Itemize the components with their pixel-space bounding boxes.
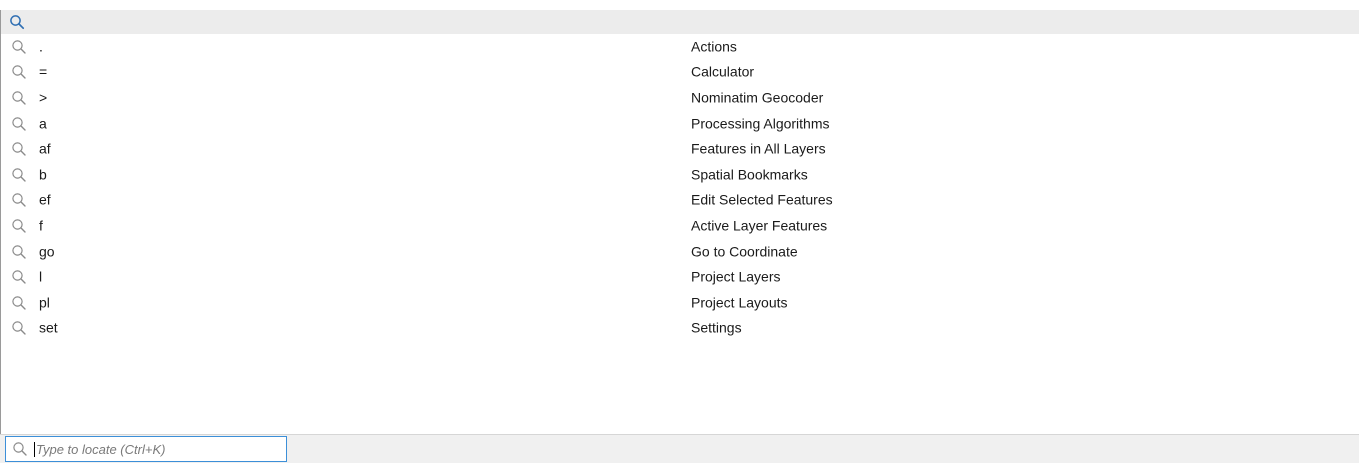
results-group-header[interactable] bbox=[1, 10, 1359, 34]
search-icon bbox=[12, 40, 26, 54]
filter-row-project-layers[interactable]: l Project Layers bbox=[1, 264, 1359, 290]
filter-prefix: a bbox=[39, 115, 47, 132]
filter-name: Active Layer Features bbox=[691, 217, 828, 234]
filter-name: Go to Coordinate bbox=[691, 243, 798, 260]
locator-input[interactable] bbox=[35, 439, 266, 459]
filter-prefix: f bbox=[39, 217, 43, 234]
filter-list: . Actions = Calculator > Nominatim Geoco… bbox=[1, 34, 1359, 341]
search-icon bbox=[12, 168, 26, 182]
filter-prefix: l bbox=[39, 268, 43, 285]
filter-name: Edit Selected Features bbox=[691, 192, 833, 209]
search-icon bbox=[12, 91, 26, 105]
search-icon bbox=[12, 219, 26, 233]
locator-search-box[interactable] bbox=[5, 436, 287, 462]
filter-name: Calculator bbox=[691, 64, 755, 81]
locator-results-popup: . Actions = Calculator > Nominatim Geoco… bbox=[0, 10, 1359, 434]
filter-row-nominatim-geocoder[interactable]: > Nominatim Geocoder bbox=[1, 85, 1359, 111]
filter-prefix: go bbox=[39, 243, 55, 260]
search-icon bbox=[13, 442, 27, 456]
search-icon bbox=[12, 296, 26, 310]
filter-row-calculator[interactable]: = Calculator bbox=[1, 60, 1359, 86]
filter-row-go-to-coordinate[interactable]: go Go to Coordinate bbox=[1, 239, 1359, 265]
search-icon bbox=[12, 65, 26, 80]
search-icon bbox=[12, 116, 26, 131]
filter-name: Spatial Bookmarks bbox=[691, 166, 808, 183]
filter-name: Project Layouts bbox=[691, 294, 788, 311]
search-icon bbox=[12, 270, 26, 284]
filter-row-processing-algorithms[interactable]: a Processing Algorithms bbox=[1, 111, 1359, 137]
search-icon bbox=[12, 244, 26, 259]
search-icon bbox=[12, 321, 26, 336]
status-bar bbox=[0, 434, 1359, 463]
search-icon bbox=[10, 15, 25, 30]
filter-name: Nominatim Geocoder bbox=[691, 89, 824, 106]
filter-row-project-layouts[interactable]: pl Project Layouts bbox=[1, 290, 1359, 316]
filter-name: Features in All Layers bbox=[691, 140, 826, 157]
search-icon bbox=[12, 142, 26, 156]
filter-name: Settings bbox=[691, 320, 742, 337]
filter-row-active-layer-features[interactable]: f Active Layer Features bbox=[1, 213, 1359, 239]
filter-name: Project Layers bbox=[691, 268, 781, 285]
filter-row-settings[interactable]: set Settings bbox=[1, 316, 1359, 342]
filter-prefix: pl bbox=[39, 294, 50, 311]
filter-row-features-in-all-layers[interactable]: af Features in All Layers bbox=[1, 136, 1359, 162]
filter-row-actions[interactable]: . Actions bbox=[1, 34, 1359, 60]
filter-prefix: af bbox=[39, 140, 51, 157]
filter-prefix: ef bbox=[39, 192, 51, 209]
filter-prefix: b bbox=[39, 166, 47, 183]
filter-row-spatial-bookmarks[interactable]: b Spatial Bookmarks bbox=[1, 162, 1359, 188]
search-icon bbox=[12, 193, 26, 208]
filter-row-edit-selected-features[interactable]: ef Edit Selected Features bbox=[1, 188, 1359, 214]
filter-prefix: . bbox=[39, 38, 43, 55]
filter-prefix: set bbox=[39, 320, 58, 337]
filter-prefix: = bbox=[39, 64, 48, 81]
filter-prefix: > bbox=[39, 89, 48, 106]
filter-name: Actions bbox=[691, 38, 737, 55]
filter-name: Processing Algorithms bbox=[691, 115, 830, 132]
